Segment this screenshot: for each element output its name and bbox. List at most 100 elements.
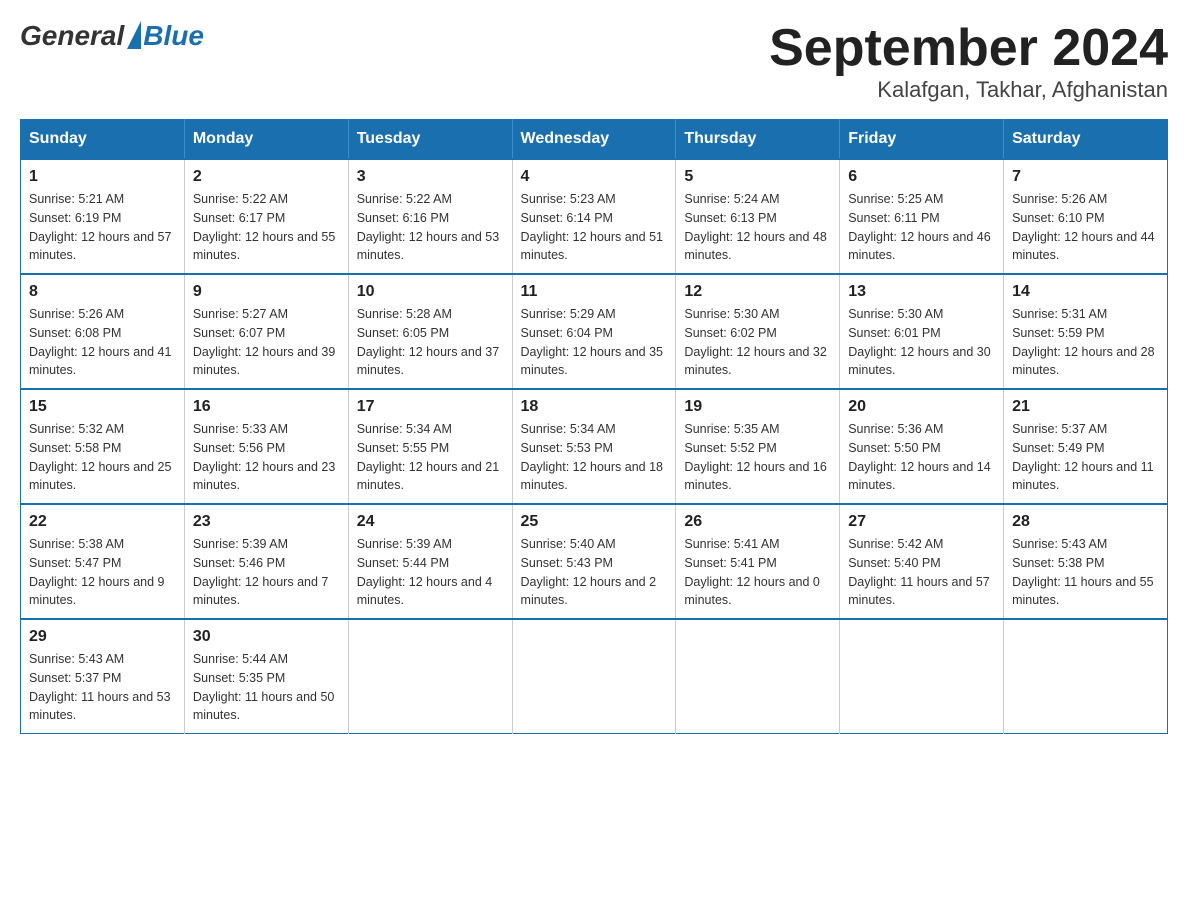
day-info: Sunrise: 5:41 AMSunset: 5:41 PMDaylight:… (684, 535, 831, 610)
calendar-cell: 5 Sunrise: 5:24 AMSunset: 6:13 PMDaylight… (676, 159, 840, 274)
day-info: Sunrise: 5:43 AMSunset: 5:38 PMDaylight:… (1012, 535, 1159, 610)
day-number: 19 (684, 398, 831, 416)
page-title: September 2024 (769, 20, 1168, 77)
day-number: 15 (29, 398, 176, 416)
calendar-cell (348, 619, 512, 734)
calendar-cell: 14 Sunrise: 5:31 AMSunset: 5:59 PMDayligh… (1004, 274, 1168, 389)
logo-triangle-icon (127, 21, 141, 49)
calendar-cell: 24 Sunrise: 5:39 AMSunset: 5:44 PMDayligh… (348, 504, 512, 619)
calendar-cell: 8 Sunrise: 5:26 AMSunset: 6:08 PMDaylight… (21, 274, 185, 389)
day-info: Sunrise: 5:30 AMSunset: 6:01 PMDaylight:… (848, 305, 995, 380)
day-number: 22 (29, 513, 176, 531)
header-wednesday: Wednesday (512, 120, 676, 160)
calendar-cell (1004, 619, 1168, 734)
day-info: Sunrise: 5:26 AMSunset: 6:08 PMDaylight:… (29, 305, 176, 380)
calendar-cell: 22 Sunrise: 5:38 AMSunset: 5:47 PMDayligh… (21, 504, 185, 619)
day-number: 5 (684, 168, 831, 186)
day-number: 12 (684, 283, 831, 301)
day-info: Sunrise: 5:40 AMSunset: 5:43 PMDaylight:… (521, 535, 668, 610)
header-sunday: Sunday (21, 120, 185, 160)
calendar-cell: 2 Sunrise: 5:22 AMSunset: 6:17 PMDaylight… (184, 159, 348, 274)
calendar-cell: 12 Sunrise: 5:30 AMSunset: 6:02 PMDayligh… (676, 274, 840, 389)
header-monday: Monday (184, 120, 348, 160)
day-info: Sunrise: 5:22 AMSunset: 6:16 PMDaylight:… (357, 190, 504, 265)
calendar-cell: 15 Sunrise: 5:32 AMSunset: 5:58 PMDayligh… (21, 389, 185, 504)
day-number: 7 (1012, 168, 1159, 186)
calendar-cell (676, 619, 840, 734)
day-number: 16 (193, 398, 340, 416)
day-info: Sunrise: 5:22 AMSunset: 6:17 PMDaylight:… (193, 190, 340, 265)
logo-top: General Blue (20, 20, 204, 52)
day-info: Sunrise: 5:23 AMSunset: 6:14 PMDaylight:… (521, 190, 668, 265)
calendar-cell (512, 619, 676, 734)
calendar-cell: 17 Sunrise: 5:34 AMSunset: 5:55 PMDayligh… (348, 389, 512, 504)
calendar-week-1: 1 Sunrise: 5:21 AMSunset: 6:19 PMDaylight… (21, 159, 1168, 274)
day-number: 14 (1012, 283, 1159, 301)
day-number: 17 (357, 398, 504, 416)
calendar-header-row: SundayMondayTuesdayWednesdayThursdayFrid… (21, 120, 1168, 160)
calendar-table: SundayMondayTuesdayWednesdayThursdayFrid… (20, 119, 1168, 734)
page-header: General Blue September 2024 Kalafgan, Ta… (20, 20, 1168, 103)
day-info: Sunrise: 5:30 AMSunset: 6:02 PMDaylight:… (684, 305, 831, 380)
header-thursday: Thursday (676, 120, 840, 160)
calendar-cell (840, 619, 1004, 734)
calendar-cell: 7 Sunrise: 5:26 AMSunset: 6:10 PMDaylight… (1004, 159, 1168, 274)
calendar-cell: 6 Sunrise: 5:25 AMSunset: 6:11 PMDaylight… (840, 159, 1004, 274)
day-number: 1 (29, 168, 176, 186)
day-info: Sunrise: 5:29 AMSunset: 6:04 PMDaylight:… (521, 305, 668, 380)
day-number: 13 (848, 283, 995, 301)
day-info: Sunrise: 5:21 AMSunset: 6:19 PMDaylight:… (29, 190, 176, 265)
day-number: 10 (357, 283, 504, 301)
calendar-week-2: 8 Sunrise: 5:26 AMSunset: 6:08 PMDaylight… (21, 274, 1168, 389)
day-number: 23 (193, 513, 340, 531)
title-block: September 2024 Kalafgan, Takhar, Afghani… (769, 20, 1168, 103)
calendar-cell: 3Sunrise: 5:22 AMSunset: 6:16 PMDaylight… (348, 159, 512, 274)
day-number: 29 (29, 628, 176, 646)
day-number: 9 (193, 283, 340, 301)
calendar-cell: 16Sunrise: 5:33 AMSunset: 5:56 PMDayligh… (184, 389, 348, 504)
calendar-week-4: 22 Sunrise: 5:38 AMSunset: 5:47 PMDayligh… (21, 504, 1168, 619)
day-number: 11 (521, 283, 668, 301)
day-number: 18 (521, 398, 668, 416)
day-number: 6 (848, 168, 995, 186)
logo: General Blue (20, 20, 204, 52)
day-info: Sunrise: 5:36 AMSunset: 5:50 PMDaylight:… (848, 420, 995, 495)
calendar-cell: 26Sunrise: 5:41 AMSunset: 5:41 PMDayligh… (676, 504, 840, 619)
calendar-cell: 21Sunrise: 5:37 AMSunset: 5:49 PMDayligh… (1004, 389, 1168, 504)
day-info: Sunrise: 5:25 AMSunset: 6:11 PMDaylight:… (848, 190, 995, 265)
calendar-week-3: 15 Sunrise: 5:32 AMSunset: 5:58 PMDayligh… (21, 389, 1168, 504)
header-saturday: Saturday (1004, 120, 1168, 160)
header-tuesday: Tuesday (348, 120, 512, 160)
day-number: 28 (1012, 513, 1159, 531)
calendar-body: 1 Sunrise: 5:21 AMSunset: 6:19 PMDaylight… (21, 159, 1168, 734)
day-number: 2 (193, 168, 340, 186)
day-info: Sunrise: 5:31 AMSunset: 5:59 PMDaylight:… (1012, 305, 1159, 380)
logo-blue-text: Blue (143, 20, 204, 52)
calendar-cell: 4Sunrise: 5:23 AMSunset: 6:14 PMDaylight… (512, 159, 676, 274)
calendar-header: SundayMondayTuesdayWednesdayThursdayFrid… (21, 120, 1168, 160)
header-friday: Friday (840, 120, 1004, 160)
day-info: Sunrise: 5:24 AMSunset: 6:13 PMDaylight:… (684, 190, 831, 265)
calendar-cell: 30Sunrise: 5:44 AMSunset: 5:35 PMDayligh… (184, 619, 348, 734)
day-info: Sunrise: 5:27 AMSunset: 6:07 PMDaylight:… (193, 305, 340, 380)
day-info: Sunrise: 5:38 AMSunset: 5:47 PMDaylight:… (29, 535, 176, 610)
calendar-cell: 9 Sunrise: 5:27 AMSunset: 6:07 PMDaylight… (184, 274, 348, 389)
calendar-week-5: 29 Sunrise: 5:43 AMSunset: 5:37 PMDayligh… (21, 619, 1168, 734)
day-number: 20 (848, 398, 995, 416)
day-info: Sunrise: 5:35 AMSunset: 5:52 PMDaylight:… (684, 420, 831, 495)
calendar-cell: 28 Sunrise: 5:43 AMSunset: 5:38 PMDayligh… (1004, 504, 1168, 619)
day-info: Sunrise: 5:43 AMSunset: 5:37 PMDaylight:… (29, 650, 176, 725)
calendar-cell: 1 Sunrise: 5:21 AMSunset: 6:19 PMDaylight… (21, 159, 185, 274)
calendar-cell: 18Sunrise: 5:34 AMSunset: 5:53 PMDayligh… (512, 389, 676, 504)
day-number: 8 (29, 283, 176, 301)
calendar-cell: 19 Sunrise: 5:35 AMSunset: 5:52 PMDayligh… (676, 389, 840, 504)
day-info: Sunrise: 5:39 AMSunset: 5:44 PMDaylight:… (357, 535, 504, 610)
day-info: Sunrise: 5:26 AMSunset: 6:10 PMDaylight:… (1012, 190, 1159, 265)
day-info: Sunrise: 5:34 AMSunset: 5:55 PMDaylight:… (357, 420, 504, 495)
day-info: Sunrise: 5:28 AMSunset: 6:05 PMDaylight:… (357, 305, 504, 380)
day-number: 24 (357, 513, 504, 531)
calendar-cell: 27Sunrise: 5:42 AMSunset: 5:40 PMDayligh… (840, 504, 1004, 619)
day-number: 27 (848, 513, 995, 531)
calendar-cell: 23Sunrise: 5:39 AMSunset: 5:46 PMDayligh… (184, 504, 348, 619)
day-info: Sunrise: 5:32 AMSunset: 5:58 PMDaylight:… (29, 420, 176, 495)
